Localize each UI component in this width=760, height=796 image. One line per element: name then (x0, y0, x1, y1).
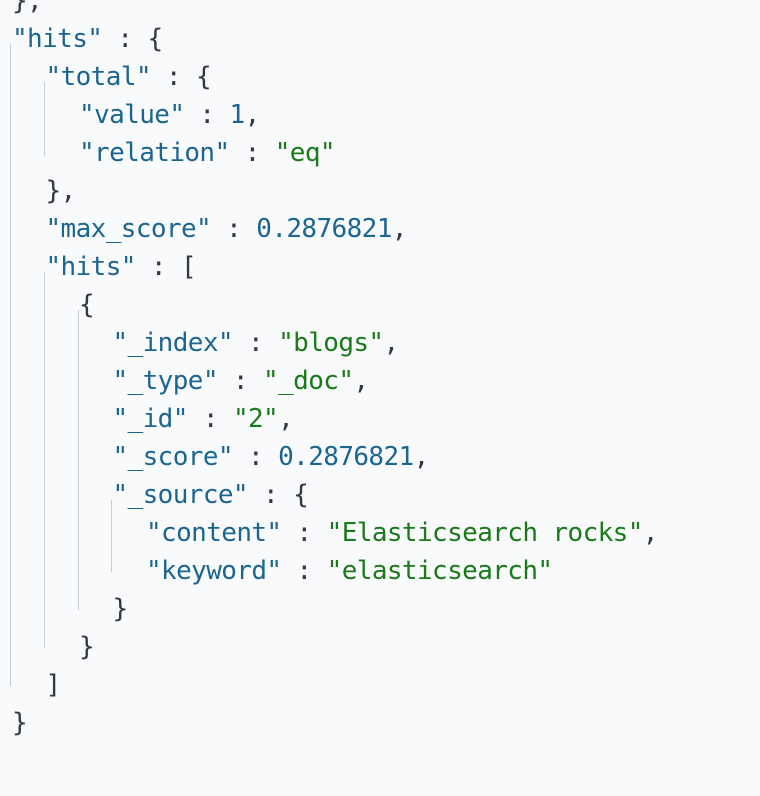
json-string-value: "_doc" (263, 366, 354, 396)
json-punctuation: ] (45, 670, 62, 700)
json-key: "value" (79, 100, 185, 130)
code-line: "_index" : "blogs", (112, 324, 400, 362)
code-line: "total" : { (46, 58, 212, 96)
code-line: "content" : "Elasticsearch rocks", (146, 514, 658, 552)
json-string-value: "elasticsearch" (326, 556, 553, 586)
json-key: "_source" (112, 480, 249, 510)
json-punctuation: : { (102, 24, 163, 54)
json-punctuation: : (281, 518, 327, 548)
code-line: }, (45, 172, 77, 210)
code-line: "hits" : [ (46, 248, 197, 286)
code-line: { (79, 286, 95, 324)
json-punctuation: , (642, 518, 659, 548)
code-line: "max_score" : 0.2876821, (45, 210, 408, 248)
json-punctuation: : (281, 556, 327, 586)
code-line: } (112, 590, 129, 628)
code-line: "relation" : "eq" (79, 134, 336, 172)
json-punctuation: : (232, 328, 279, 358)
json-punctuation: } (79, 632, 95, 662)
indent-guide (44, 82, 45, 156)
json-punctuation: : (232, 442, 279, 472)
json-punctuation: : (229, 138, 275, 168)
json-key: "hits" (12, 24, 103, 54)
json-key: "keyword" (146, 556, 282, 586)
code-line: "_type" : "_doc", (112, 362, 370, 400)
json-punctuation: { (79, 290, 95, 320)
json-punctuation: : { (247, 480, 309, 510)
json-punctuation: , (413, 442, 430, 472)
json-key: "_score" (112, 442, 234, 472)
json-key: "max_score" (45, 214, 212, 244)
json-number-value: 0.2876821 (278, 442, 414, 472)
json-key: "content" (146, 518, 282, 548)
json-key: "_index" (112, 328, 234, 358)
json-punctuation: , (353, 366, 369, 396)
code-line: } (12, 704, 28, 742)
json-response-viewer: }, "hits" : {"total" : {"value" : 1, "rela… (0, 0, 760, 796)
json-punctuation: : (187, 404, 233, 434)
json-punctuation: : { (150, 62, 212, 92)
json-punctuation: , (383, 328, 399, 358)
json-number-value: 0.2876821 (256, 214, 392, 244)
json-punctuation: : (184, 100, 230, 130)
code-line: "_source" : { (113, 476, 309, 514)
json-key: "_type" (112, 366, 219, 396)
json-string-value: "Elasticsearch rocks" (326, 518, 644, 548)
code-line: "_score" : 0.2876821, (112, 438, 430, 476)
json-key: "_id" (112, 404, 189, 434)
json-punctuation: , (278, 404, 294, 434)
code-line: "keyword" : "elasticsearch" (146, 552, 553, 590)
json-punctuation: : (217, 366, 264, 396)
json-punctuation: } (112, 594, 129, 624)
json-punctuation: , (244, 100, 261, 130)
code-line: "_id" : "2", (113, 400, 294, 438)
indent-guide (111, 500, 112, 572)
json-punctuation: }, (12, 0, 43, 16)
code-line: "value" : 1, (79, 96, 260, 134)
json-string-value: "blogs" (278, 328, 384, 358)
json-string-value: "eq" (274, 138, 336, 168)
json-number-value: 1 (229, 100, 246, 130)
json-string-value: "2" (232, 404, 279, 434)
indent-guide (44, 272, 45, 648)
json-punctuation: : [ (135, 252, 197, 282)
code-line: ] (45, 666, 62, 704)
json-punctuation: , (391, 214, 408, 244)
code-line: }, (12, 0, 43, 20)
indent-guide (10, 44, 11, 686)
indent-guide (78, 310, 79, 610)
json-punctuation: : (211, 214, 257, 244)
code-line: "hits" : { (12, 20, 163, 58)
json-key: "total" (45, 62, 152, 92)
json-punctuation: }, (45, 176, 77, 206)
json-key: "relation" (79, 138, 230, 168)
json-key: "hits" (45, 252, 137, 282)
json-punctuation: } (12, 708, 28, 738)
code-line: } (79, 628, 95, 666)
